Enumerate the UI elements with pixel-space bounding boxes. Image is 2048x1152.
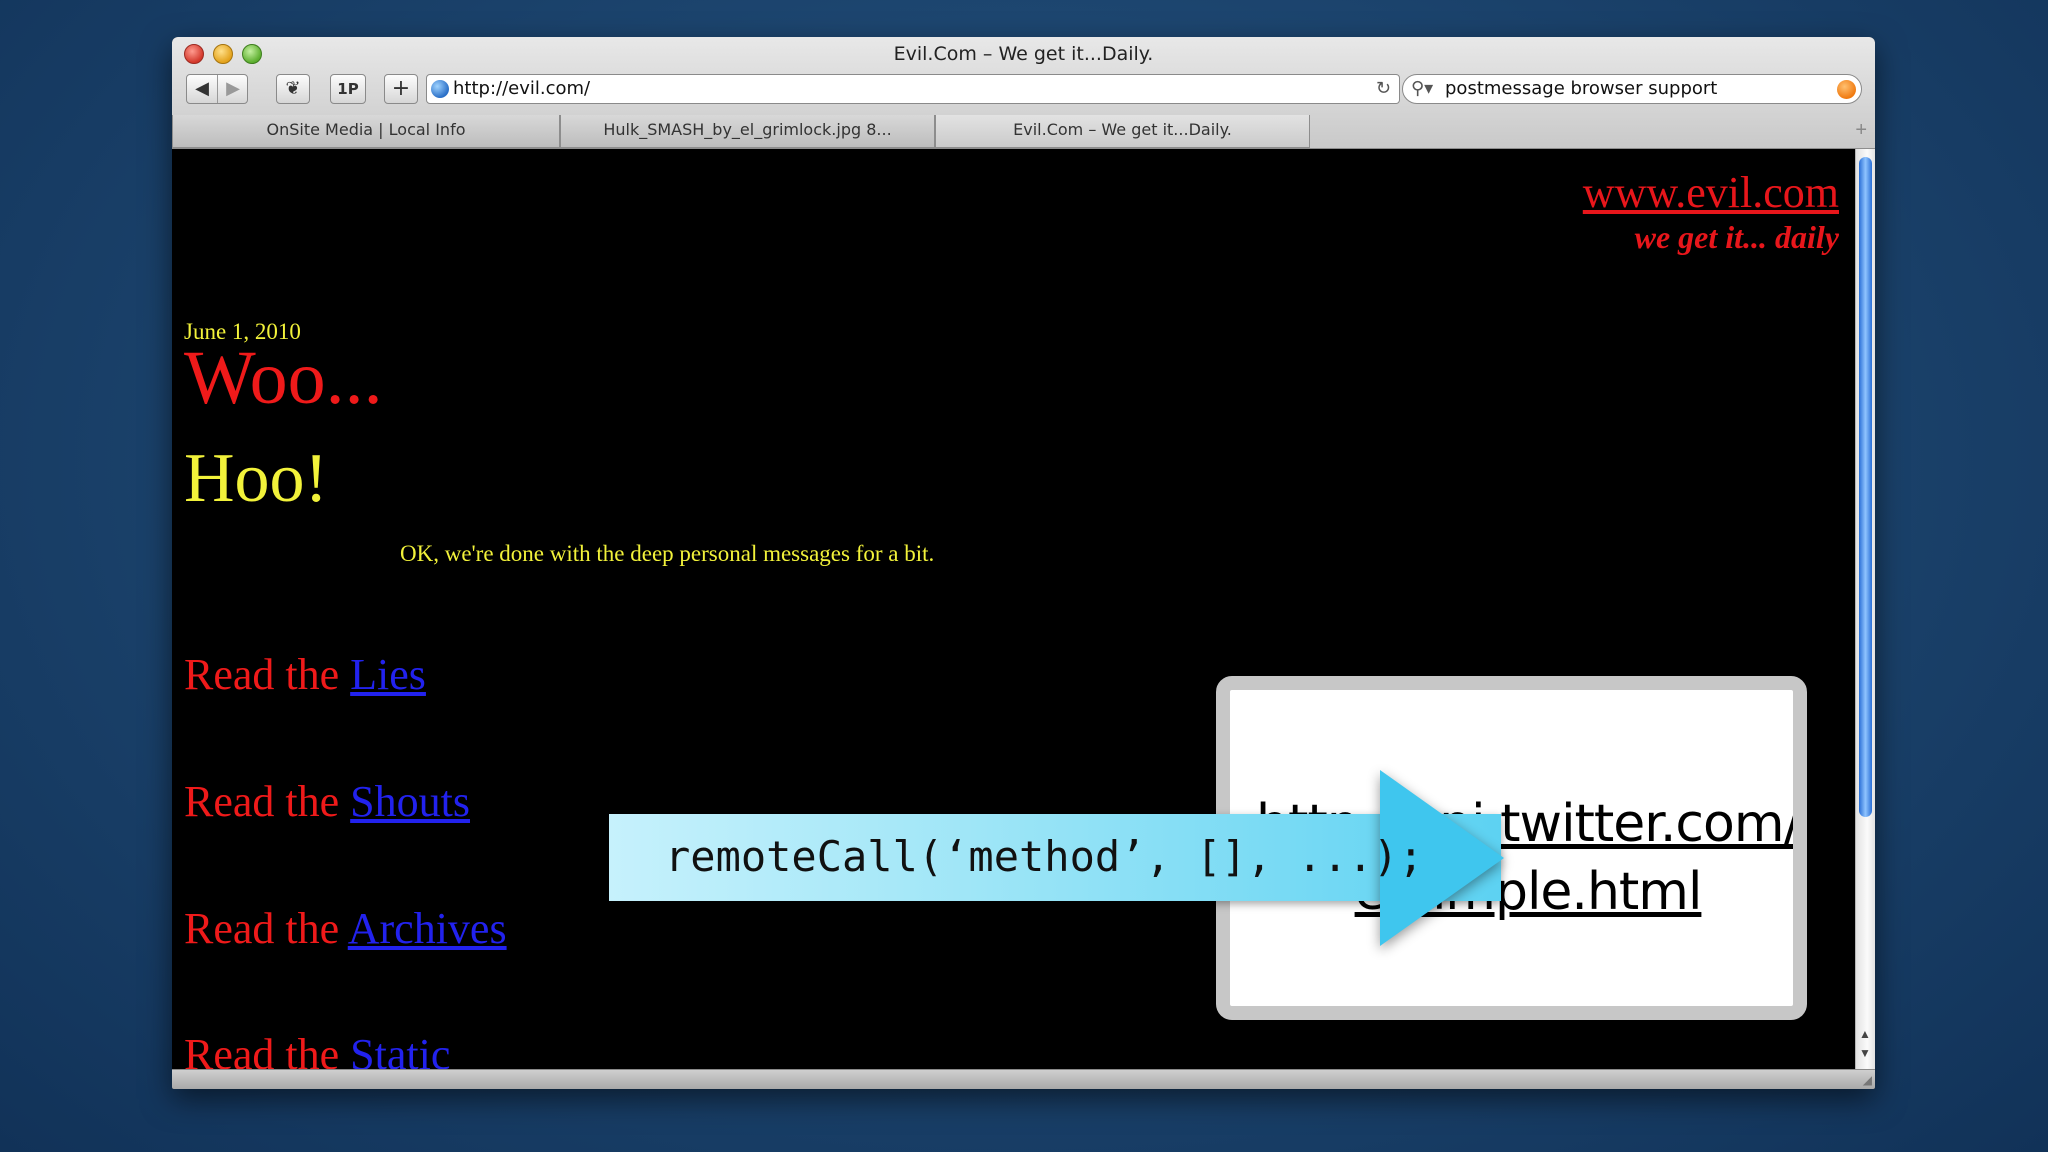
resize-grip-icon[interactable]: ◢ — [1863, 1073, 1872, 1087]
read-prefix: Read the — [184, 650, 340, 699]
archives-link[interactable]: Archives — [348, 904, 507, 953]
reload-icon[interactable]: ↻ — [1376, 75, 1391, 103]
back-button[interactable]: ◀ — [187, 75, 217, 103]
address-bar[interactable]: http://evil.com/ ↻ — [426, 74, 1400, 104]
tab-hulk-image[interactable]: Hulk_SMASH_by_el_grimlock.jpg 8... — [560, 115, 935, 148]
onepassword-button[interactable]: 1P — [330, 74, 366, 104]
lies-link[interactable]: Lies — [350, 650, 426, 699]
add-bookmark-button[interactable]: + — [384, 74, 418, 104]
read-prefix: Read the — [184, 1030, 340, 1069]
site-link[interactable]: www.evil.com — [1583, 167, 1839, 218]
globe-icon — [431, 80, 449, 98]
read-prefix: Read the — [184, 904, 340, 953]
scroll-down-icon[interactable]: ▼ — [1859, 1046, 1871, 1060]
read-prefix: Read the — [184, 777, 340, 826]
message-text: OK, we're done with the deep personal me… — [400, 541, 935, 566]
read-static-line: Read the Static — [184, 1029, 450, 1069]
site-tagline: we get it... daily — [1634, 219, 1839, 255]
callout-code: remoteCall(‘method’, [], ...); — [665, 832, 1424, 881]
window-title: Evil.Com – We get it...Daily. — [893, 43, 1154, 65]
new-tab-button[interactable]: + — [1855, 115, 1867, 145]
static-link[interactable]: Static — [350, 1030, 450, 1069]
tab-bar: OnSite Media | Local Info Hulk_SMASH_by_… — [172, 115, 1875, 149]
toolbar: ◀ ▶ ❦ 1P + http://evil.com/ ↻ ⚲▾ postmes… — [172, 73, 1875, 111]
read-shouts-line: Read the Shouts — [184, 776, 470, 827]
scroll-up-icon[interactable]: ▲ — [1859, 1027, 1871, 1041]
vertical-scrollbar[interactable]: ▲ ▼ — [1855, 149, 1875, 1069]
tab-evil-com[interactable]: Evil.Com – We get it...Daily. — [935, 115, 1310, 148]
forward-button[interactable]: ▶ — [218, 75, 248, 103]
headline-woo: Woo... — [184, 336, 383, 420]
search-field[interactable]: ⚲▾ postmessage browser support — [1402, 74, 1862, 104]
status-bar: ◢ — [172, 1069, 1875, 1089]
scrollbar-thumb[interactable] — [1859, 157, 1872, 817]
tab-onsite-media[interactable]: OnSite Media | Local Info — [172, 115, 560, 148]
evernote-icon[interactable]: ❦ — [276, 74, 310, 104]
search-icon[interactable]: ⚲▾ — [1411, 75, 1433, 103]
read-archives-line: Read the Archives — [184, 903, 507, 954]
shouts-link[interactable]: Shouts — [350, 777, 470, 826]
address-bar-url[interactable]: http://evil.com/ — [453, 75, 590, 103]
back-forward-group: ◀ ▶ — [186, 74, 248, 104]
search-input[interactable]: postmessage browser support — [1445, 75, 1717, 103]
snapback-icon[interactable] — [1837, 80, 1856, 99]
headline-hoo: Hoo! — [184, 440, 328, 517]
browser-chrome: Evil.Com – We get it...Daily. ◀ ▶ ❦ 1P +… — [172, 37, 1875, 149]
read-lies-line: Read the Lies — [184, 649, 426, 700]
